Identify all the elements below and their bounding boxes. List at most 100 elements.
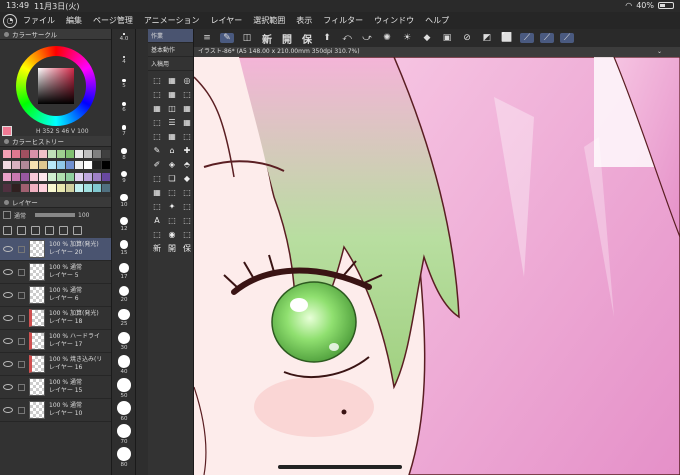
brush-size-option[interactable]: 4: [112, 56, 136, 65]
history-swatch[interactable]: [12, 172, 20, 181]
command-icon[interactable]: ⟋: [520, 33, 534, 43]
history-swatch[interactable]: [48, 172, 56, 181]
command-icon[interactable]: ⬆: [320, 33, 334, 43]
menu-item[interactable]: レイヤー: [211, 15, 243, 26]
tool-icon[interactable]: ⬚: [166, 187, 178, 198]
opacity-slider[interactable]: [35, 213, 76, 217]
history-swatch[interactable]: [75, 150, 83, 158]
layer-lock-checkbox[interactable]: [18, 245, 25, 253]
history-swatch[interactable]: [75, 183, 83, 192]
history-swatch[interactable]: [102, 172, 110, 181]
tool-icon[interactable]: ⬚: [151, 75, 163, 86]
history-swatch[interactable]: [39, 150, 47, 158]
command-icon[interactable]: ≡: [200, 33, 214, 43]
brush-size-option[interactable]: 9: [112, 171, 136, 184]
history-swatch[interactable]: [57, 183, 65, 192]
history-swatch[interactable]: [30, 150, 38, 158]
tool-icon[interactable]: ▦: [166, 131, 178, 142]
brush-size-option[interactable]: 30: [112, 332, 136, 351]
command-icon[interactable]: ⊘: [460, 33, 474, 43]
history-swatch[interactable]: [102, 161, 110, 170]
history-swatch[interactable]: [84, 172, 92, 181]
history-swatch[interactable]: [84, 150, 92, 158]
command-icon[interactable]: ⟋: [540, 33, 554, 43]
file-command-icon[interactable]: 保: [181, 243, 193, 254]
tool-icon[interactable]: ⬚: [151, 229, 163, 240]
layer-opacity[interactable]: 100: [78, 212, 89, 219]
brush-size-option[interactable]: 40: [112, 355, 136, 375]
visibility-eye-icon[interactable]: [3, 246, 13, 252]
blend-mode[interactable]: 通常: [14, 211, 26, 220]
visibility-eye-icon[interactable]: [3, 315, 13, 321]
layer-row[interactable]: 100 % 加算(発光) レイヤー 20: [0, 238, 111, 261]
chevron-down-icon[interactable]: ⌄: [657, 47, 662, 57]
tool-icon[interactable]: ⬚: [151, 89, 163, 100]
delete-layer-icon[interactable]: [73, 225, 82, 235]
history-swatch[interactable]: [66, 172, 74, 181]
layer-row[interactable]: 100 % 通常 レイヤー 10: [0, 399, 111, 422]
history-swatch[interactable]: [39, 172, 47, 181]
visibility-eye-icon[interactable]: [3, 292, 13, 298]
command-icon[interactable]: ◫: [240, 33, 254, 43]
tool-icon[interactable]: ✚: [181, 145, 193, 156]
brush-size-option[interactable]: 17: [112, 263, 136, 280]
history-swatch[interactable]: [93, 161, 101, 170]
layer-lock-checkbox[interactable]: [18, 268, 25, 276]
brush-size-option[interactable]: 80: [112, 447, 136, 468]
home-indicator[interactable]: [278, 465, 402, 469]
tool-icon[interactable]: ⬘: [181, 159, 193, 170]
history-swatch[interactable]: [3, 161, 11, 170]
history-swatch[interactable]: [30, 172, 38, 181]
drawing-canvas[interactable]: [194, 57, 680, 475]
file-command-icon[interactable]: 新: [151, 243, 163, 254]
layer-lock-checkbox[interactable]: [18, 337, 25, 345]
brush-size-option[interactable]: 25: [112, 309, 136, 327]
tool-icon[interactable]: ⬚: [181, 187, 193, 198]
tool-icon[interactable]: ▦: [181, 117, 193, 128]
tool-icon[interactable]: ◫: [166, 103, 178, 114]
color-history-header[interactable]: カラーヒストリー: [0, 136, 111, 147]
command-icon[interactable]: ⬜: [500, 33, 514, 43]
visibility-eye-icon[interactable]: [3, 269, 13, 275]
tool-icon[interactable]: ▦: [181, 103, 193, 114]
tool-icon[interactable]: ⬚: [181, 215, 193, 226]
history-swatch[interactable]: [84, 183, 92, 192]
history-swatch[interactable]: [21, 183, 29, 192]
subtool-tab[interactable]: 基本動作: [148, 43, 193, 57]
history-swatch[interactable]: [57, 150, 65, 158]
layer-row[interactable]: 100 % 通常 レイヤー 5: [0, 261, 111, 284]
tool-icon[interactable]: ⬚: [181, 201, 193, 212]
tool-icon[interactable]: ⌂: [166, 145, 178, 156]
canvas-tab[interactable]: イラスト-86* (A5 148.00 x 210.00mm 350dpi 31…: [194, 47, 680, 57]
history-swatch[interactable]: [93, 172, 101, 181]
history-swatch[interactable]: [93, 183, 101, 192]
history-swatch[interactable]: [12, 161, 20, 170]
menu-item[interactable]: 表示: [296, 15, 312, 26]
visibility-eye-icon[interactable]: [3, 407, 13, 413]
tool-icon[interactable]: ⬚: [181, 89, 193, 100]
history-swatch[interactable]: [66, 183, 74, 192]
mask-icon[interactable]: [45, 225, 54, 235]
command-icon[interactable]: 開: [280, 31, 294, 46]
layer-row[interactable]: 100 % 焼き込み(リ レイヤー 16: [0, 353, 111, 376]
history-swatch[interactable]: [30, 161, 38, 170]
layer-lock-checkbox[interactable]: [18, 360, 25, 368]
tool-icon[interactable]: ☰: [166, 117, 178, 128]
history-swatch[interactable]: [39, 161, 47, 170]
history-swatch[interactable]: [21, 172, 29, 181]
history-swatch[interactable]: [48, 161, 56, 170]
brush-size-option[interactable]: 12: [112, 217, 136, 232]
tool-icon[interactable]: ✐: [151, 159, 163, 170]
history-swatch[interactable]: [48, 183, 56, 192]
tool-icon[interactable]: ◈: [166, 159, 178, 170]
history-swatch[interactable]: [57, 172, 65, 181]
history-swatch[interactable]: [66, 150, 74, 158]
layer-row[interactable]: 100 % 加算(発光) レイヤー 18: [0, 307, 111, 330]
brush-size-option[interactable]: 4.0: [112, 33, 136, 42]
history-swatch[interactable]: [102, 183, 110, 192]
brush-size-option[interactable]: 8: [112, 148, 136, 161]
menu-item[interactable]: フィルター: [323, 15, 363, 26]
tool-icon[interactable]: ⬚: [181, 131, 193, 142]
brush-size-option[interactable]: 7: [112, 125, 136, 137]
brush-size-option[interactable]: 70: [112, 424, 136, 445]
